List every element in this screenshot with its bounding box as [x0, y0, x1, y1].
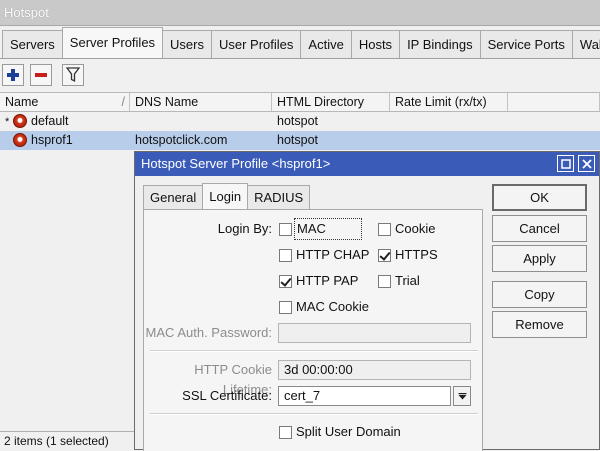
- ssl-certificate-select[interactable]: cert_7: [278, 386, 451, 406]
- http-pap-checkbox-box: [279, 274, 292, 288]
- tab-users[interactable]: Users: [162, 30, 212, 58]
- login-panel: Login By: MAC Cookie HTTP CHAP HTTPS HTT…: [143, 209, 483, 451]
- column-html-directory[interactable]: HTML Directory: [272, 93, 390, 111]
- mac-auth-password-label: MAC Auth. Password:: [145, 325, 272, 340]
- status-bar: 2 items (1 selected): [0, 431, 136, 450]
- dialog-tab-general[interactable]: General: [143, 185, 204, 209]
- cookie-checkbox-box: [378, 222, 391, 236]
- mac-cookie-checkbox[interactable]: MAC Cookie: [279, 298, 369, 316]
- server-profile-dialog: Hotspot Server Profile <hsprof1> General…: [134, 151, 600, 451]
- row-name: hsprof1: [31, 133, 73, 147]
- apply-button[interactable]: Apply: [492, 245, 587, 272]
- cell-html-directory: hotspot: [277, 133, 319, 147]
- column-name-label: Name: [5, 95, 39, 109]
- https-checkbox-label: HTTPS: [395, 247, 438, 262]
- filter-button[interactable]: [62, 64, 84, 86]
- mac-checkbox-box: [279, 222, 292, 236]
- dropdown-arrow-icon: [458, 392, 466, 399]
- toolbar: [0, 60, 600, 90]
- http-pap-checkbox-label: HTTP PAP: [296, 273, 359, 288]
- tab-active[interactable]: Active: [300, 30, 352, 58]
- dialog-tab-radius[interactable]: RADIUS: [247, 185, 311, 209]
- login-by-label: Login By:: [217, 221, 272, 236]
- remove-button[interactable]: [30, 64, 52, 86]
- table-row[interactable]: * default hotspot: [0, 112, 600, 131]
- https-checkbox[interactable]: HTTPS: [378, 246, 438, 264]
- cancel-button[interactable]: Cancel: [492, 215, 587, 242]
- trial-checkbox[interactable]: Trial: [378, 272, 420, 290]
- column-rate-limit[interactable]: Rate Limit (rx/tx): [390, 93, 508, 111]
- tab-walled-garden[interactable]: Walled: [571, 30, 600, 58]
- row-name: default: [31, 114, 69, 128]
- close-icon: [581, 158, 592, 169]
- mac-cookie-checkbox-label: MAC Cookie: [296, 299, 369, 314]
- dialog-title-bar[interactable]: Hotspot Server Profile <hsprof1>: [135, 152, 599, 176]
- dialog-title: Hotspot Server Profile <hsprof1>: [141, 156, 331, 171]
- trial-checkbox-label: Trial: [395, 273, 420, 288]
- mac-cookie-checkbox-box: [279, 300, 292, 314]
- maximize-button[interactable]: [557, 155, 574, 172]
- http-chap-checkbox-label: HTTP CHAP: [296, 247, 370, 262]
- column-empty: [508, 93, 600, 111]
- plus-icon: [7, 69, 19, 81]
- tab-ip-bindings[interactable]: IP Bindings: [399, 30, 481, 58]
- main-tab-bar: Servers Server Profiles Users User Profi…: [0, 27, 600, 59]
- add-button[interactable]: [2, 64, 24, 86]
- http-chap-checkbox[interactable]: HTTP CHAP: [279, 246, 369, 264]
- split-user-domain-checkbox-box: [279, 425, 292, 439]
- remove-profile-button[interactable]: Remove: [492, 311, 587, 338]
- close-button[interactable]: [578, 155, 595, 172]
- ssl-certificate-label: SSL Certificate:: [182, 388, 272, 403]
- sort-indicator-icon: /: [121, 95, 125, 109]
- maximize-icon: [560, 158, 571, 169]
- default-marker: *: [5, 116, 10, 128]
- tab-server-profiles[interactable]: Server Profiles: [61, 27, 164, 58]
- profile-icon: [13, 114, 27, 128]
- table-row-selected[interactable]: hsprof1 hotspotclick.com hotspot: [0, 131, 600, 150]
- cell-rate-limit: [390, 112, 508, 131]
- dialog-tab-bar: General Login RADIUS: [143, 183, 311, 210]
- mac-checkbox-label: MAC: [294, 218, 362, 240]
- tab-user-profiles[interactable]: User Profiles: [211, 30, 302, 58]
- ok-button[interactable]: OK: [492, 184, 587, 211]
- cell-dns-name: [130, 112, 272, 131]
- tab-hosts[interactable]: Hosts: [350, 30, 401, 58]
- window-title: Hotspot: [0, 0, 600, 26]
- column-name[interactable]: Name /: [0, 93, 130, 111]
- tab-servers[interactable]: Servers: [2, 30, 63, 58]
- cookie-checkbox-label: Cookie: [395, 221, 436, 236]
- http-pap-checkbox[interactable]: HTTP PAP: [279, 272, 358, 290]
- http-chap-checkbox-box: [279, 248, 292, 262]
- cell-name: * default: [0, 112, 130, 131]
- dialog-tab-login[interactable]: Login: [202, 183, 249, 210]
- separator: [150, 413, 478, 415]
- column-dns-name[interactable]: DNS Name: [130, 93, 272, 111]
- https-checkbox-box: [378, 248, 391, 262]
- table-header: Name / DNS Name HTML Directory Rate Limi…: [0, 92, 600, 112]
- cell-dns-name: hotspotclick.com: [135, 133, 228, 147]
- cell-html-directory: hotspot: [277, 114, 319, 128]
- cell-name: hsprof1: [0, 131, 130, 150]
- ssl-certificate-dropdown-button[interactable]: [453, 386, 471, 406]
- profiles-table: Name / DNS Name HTML Directory Rate Limi…: [0, 92, 600, 150]
- separator: [150, 350, 478, 352]
- split-user-domain-checkbox-label: Split User Domain: [296, 424, 401, 439]
- minus-icon: [35, 73, 47, 77]
- cell-rate-limit: [390, 131, 508, 150]
- split-user-domain-checkbox[interactable]: Split User Domain: [279, 423, 401, 441]
- cookie-lifetime-field[interactable]: 3d 00:00:00: [278, 360, 471, 380]
- copy-button[interactable]: Copy: [492, 281, 587, 308]
- mac-checkbox[interactable]: MAC: [279, 218, 362, 240]
- tab-service-ports[interactable]: Service Ports: [479, 30, 573, 58]
- cookie-checkbox[interactable]: Cookie: [378, 220, 435, 238]
- mac-auth-password-field[interactable]: [278, 323, 471, 343]
- trial-checkbox-box: [378, 274, 391, 288]
- filter-icon: [66, 67, 80, 83]
- profile-icon: [13, 133, 27, 147]
